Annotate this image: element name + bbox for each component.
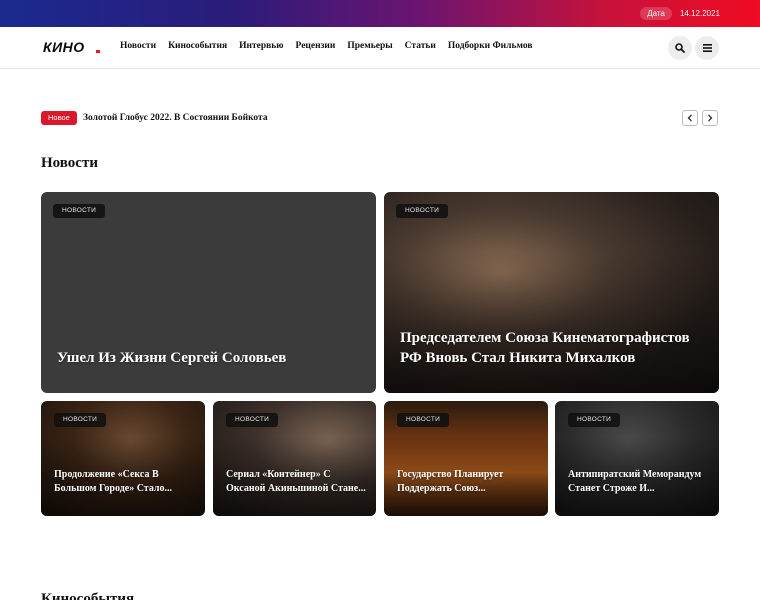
ticker-prev-button[interactable] (682, 110, 698, 126)
nav-item-interviews[interactable]: Интервью (239, 41, 283, 51)
ticker-badge: Новое (41, 111, 77, 125)
news-card[interactable]: НОВОСТИ Антипиратский Меморандум Станет … (555, 401, 719, 516)
nav-item-events[interactable]: Кинособытия (168, 41, 227, 51)
top-bar: Дата 14.12.2021 (0, 0, 760, 27)
card-title[interactable]: Сериал «Контейнер» С Оксаной Акиньшиной … (226, 468, 366, 496)
nav-item-collections[interactable]: Подборки Фильмов (448, 41, 533, 51)
card-title[interactable]: Ушел Из Жизни Сергей Соловьев (57, 348, 360, 368)
logo-dot (96, 50, 100, 53)
hamburger-icon (702, 44, 712, 52)
ticker-next-button[interactable] (702, 110, 718, 126)
news-ticker: Новое Золотой Глобус 2022. В Состоянии Б… (41, 110, 719, 126)
nav-item-articles[interactable]: Статьи (405, 41, 436, 51)
category-badge[interactable]: НОВОСТИ (54, 413, 107, 427)
news-card[interactable]: НОВОСТИ Государство Планирует Поддержать… (384, 401, 548, 516)
category-badge[interactable]: НОВОСТИ (226, 413, 279, 427)
card-title[interactable]: Антипиратский Меморандум Станет Строже И… (568, 468, 709, 496)
nav-item-reviews[interactable]: Рецензии (296, 41, 336, 51)
nav-item-news[interactable]: Новости (120, 41, 156, 51)
chevron-left-icon (687, 114, 692, 122)
search-icon (675, 43, 685, 53)
news-card[interactable]: НОВОСТИ Сериал «Контейнер» С Оксаной Аки… (213, 401, 376, 516)
date-block: Дата 14.12.2021 (640, 7, 720, 20)
nav-item-premieres[interactable]: Премьеры (347, 41, 392, 51)
site-logo[interactable]: КИНО (43, 39, 85, 55)
date-value: 14.12.2021 (679, 9, 720, 18)
news-card[interactable]: НОВОСТИ Председателем Союза Кинематограф… (384, 192, 719, 393)
events-section-title: Кинособытия (41, 591, 135, 600)
card-image-shade (384, 252, 719, 393)
news-card[interactable]: НОВОСТИ Продолжение «Секса В Большом Гор… (41, 401, 205, 516)
category-badge[interactable]: НОВОСТИ (568, 413, 621, 427)
date-label: Дата (640, 7, 672, 20)
category-badge[interactable]: НОВОСТИ (396, 204, 449, 218)
news-card[interactable]: НОВОСТИ Ушел Из Жизни Сергей Соловьев (41, 192, 376, 393)
news-section-title: Новости (41, 155, 98, 171)
main-navbar: КИНО Новости Кинособытия Интервью Реценз… (0, 27, 760, 69)
category-badge[interactable]: НОВОСТИ (397, 413, 450, 427)
chevron-right-icon (708, 114, 713, 122)
menu-button[interactable] (695, 36, 719, 60)
ticker-headline[interactable]: Золотой Глобус 2022. В Состоянии Бойкота (83, 111, 268, 125)
search-button[interactable] (668, 36, 692, 60)
card-title[interactable]: Председателем Союза Кинематографистов РФ… (400, 328, 703, 368)
card-title[interactable]: Государство Планирует Поддержать Союз... (397, 468, 538, 496)
main-menu: Новости Кинособытия Интервью Рецензии Пр… (120, 41, 533, 51)
card-title[interactable]: Продолжение «Секса В Большом Городе» Ста… (54, 468, 195, 496)
category-badge[interactable]: НОВОСТИ (53, 204, 106, 218)
